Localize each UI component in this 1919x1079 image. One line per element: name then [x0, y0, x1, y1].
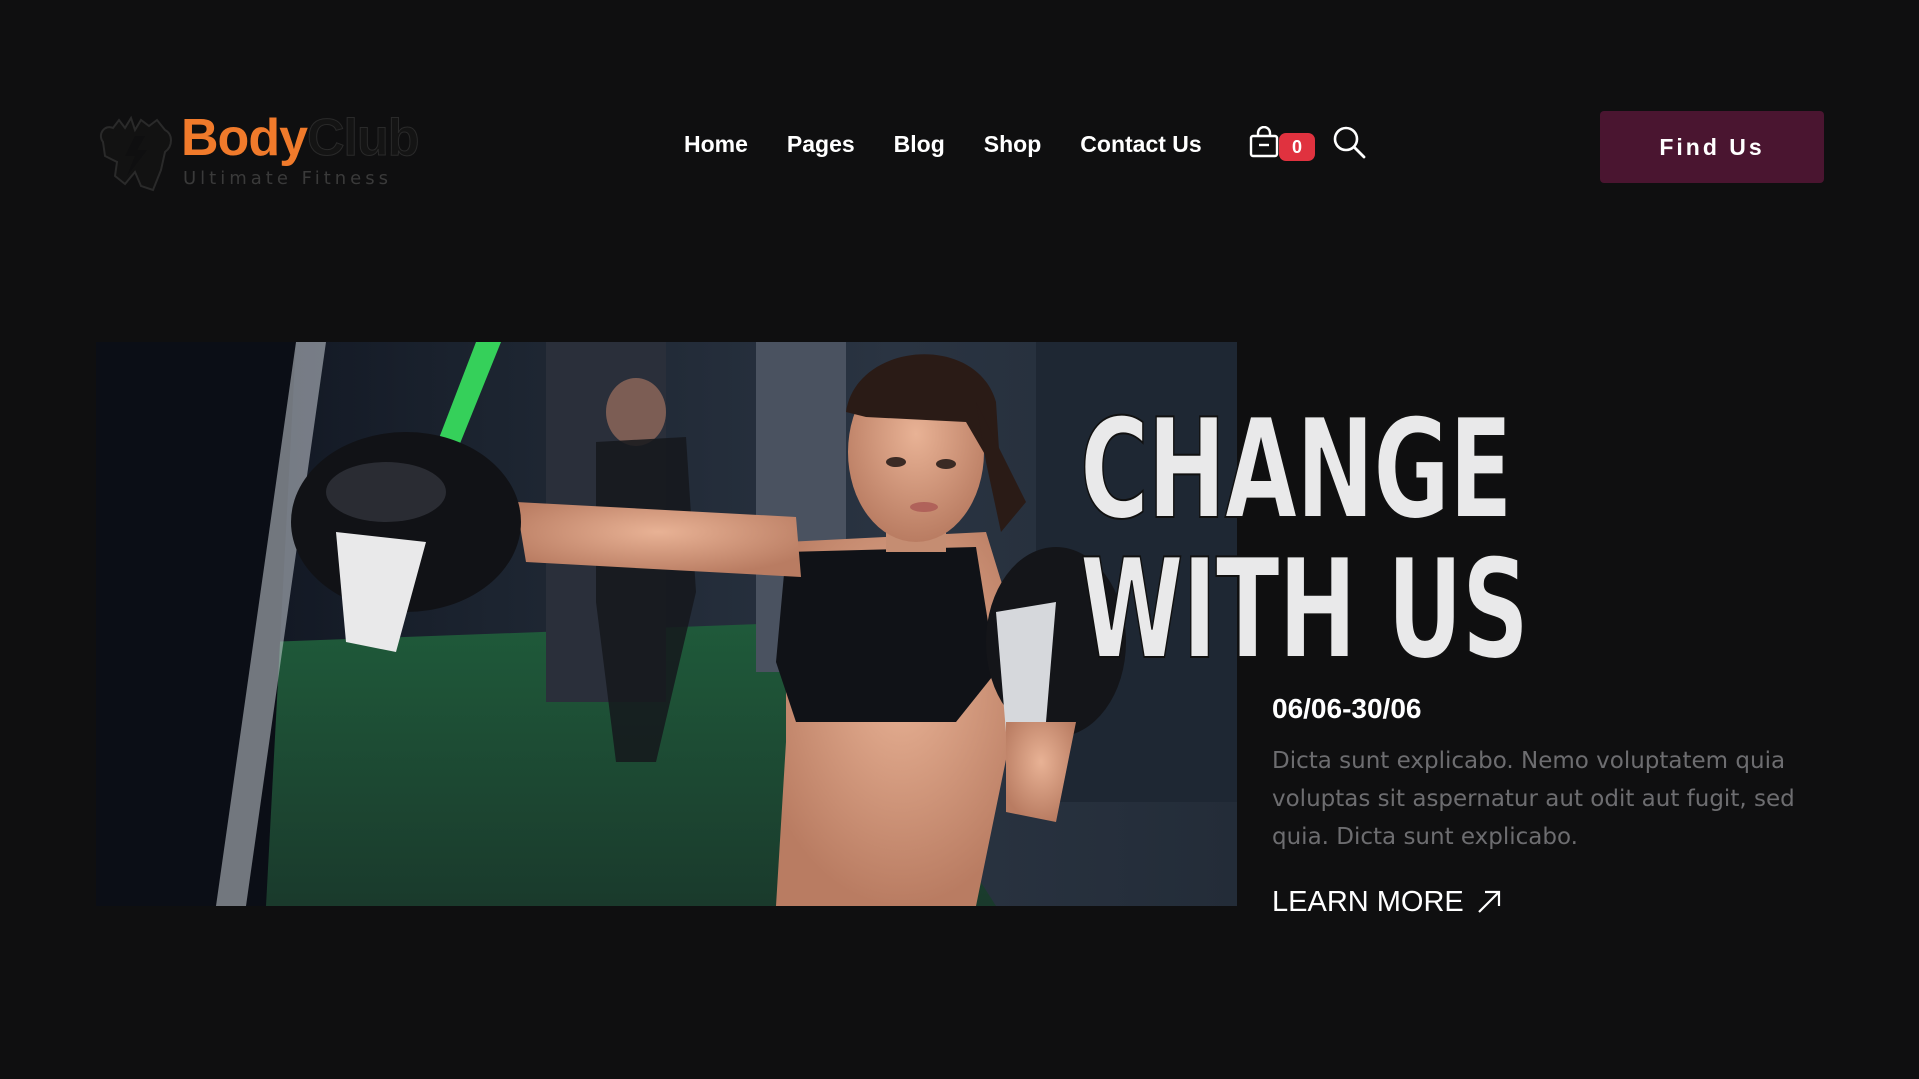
nav-item-contact-us[interactable]: Contact Us: [1080, 131, 1201, 158]
page: BodyClub Ultimate Fitness Home Pages Blo…: [0, 0, 1919, 1079]
nav-item-home[interactable]: Home: [684, 131, 748, 158]
logo[interactable]: BodyClub Ultimate Fitness: [95, 108, 420, 198]
main-nav: Home Pages Blog Shop Contact Us: [684, 128, 1202, 160]
learn-more-link[interactable]: LEARN MORE: [1272, 882, 1502, 922]
brand-name-part1: Body: [181, 109, 308, 167]
nav-item-pages[interactable]: Pages: [787, 131, 855, 158]
shopping-bag-icon: [1249, 126, 1279, 158]
hero-image: [96, 342, 1237, 906]
logo-icon: [99, 115, 172, 192]
woman-boxing-photo: [96, 342, 1237, 906]
hero-description: Dicta sunt explicabo. Nemo voluptatem qu…: [1272, 748, 1795, 850]
brand-tagline: Ultimate Fitness: [183, 168, 392, 189]
nav-item-blog[interactable]: Blog: [894, 131, 945, 158]
event-date: 06/06-30/06: [1272, 693, 1422, 724]
find-us-button[interactable]: Find Us: [1600, 111, 1824, 183]
learn-more-label: LEARN MORE: [1272, 885, 1464, 918]
hero-headline-line1: CHANGE: [1079, 389, 1513, 550]
search-icon[interactable]: [1332, 125, 1366, 159]
nav-item-shop[interactable]: Shop: [984, 131, 1042, 158]
hero-headline: CHANGE WITH US: [1079, 389, 1530, 690]
hero-headline-line2: WITH US: [1079, 529, 1530, 690]
cart-count-badge: 0: [1279, 133, 1315, 161]
brand-name-part2: Club: [307, 109, 421, 168]
brand-name: BodyClub: [181, 108, 421, 168]
arrow-up-right-icon: [1477, 890, 1500, 913]
cart-button[interactable]: 0: [1249, 124, 1319, 166]
